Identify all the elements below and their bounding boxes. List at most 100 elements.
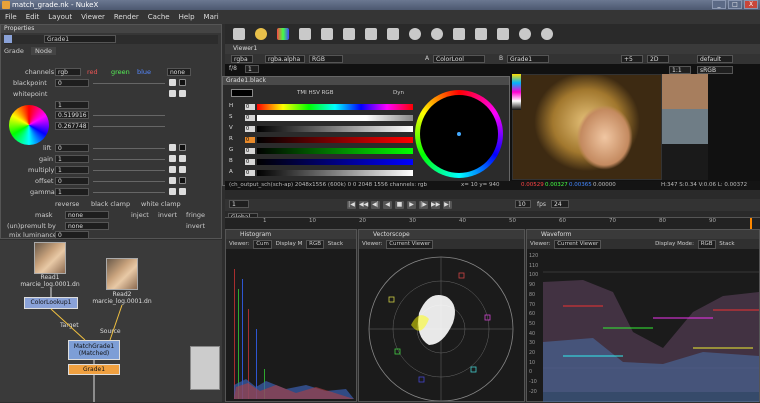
gain-field[interactable]: 1	[245, 65, 259, 73]
blue-check[interactable]: blue	[137, 68, 151, 77]
invert-check[interactable]: invert	[158, 211, 177, 220]
waveform-viewer-select[interactable]: Current Viewer	[554, 240, 602, 249]
mask-select[interactable]: none	[65, 211, 109, 219]
colorspace-select[interactable]: sRGB	[697, 66, 733, 74]
inject-check[interactable]: inject	[131, 211, 149, 220]
whitepoint-b-field[interactable]: 0.267748	[55, 122, 89, 130]
wheel-cursor-icon[interactable]	[457, 132, 461, 136]
other-tool-icon[interactable]	[497, 28, 509, 40]
views-tool-icon[interactable]	[409, 28, 421, 40]
node-graph[interactable]: Read1 marcie_log.0001.dn Read2 marcie_lo…	[0, 240, 222, 402]
minimize-button[interactable]: _	[712, 0, 726, 9]
mix-luminance-field[interactable]: 0	[55, 231, 89, 239]
offset-slider[interactable]	[93, 181, 165, 182]
menu-help[interactable]: Help	[179, 13, 195, 21]
histogram-stack-check[interactable]: Stack	[328, 241, 343, 247]
histogram-viewer-select[interactable]: Cum	[253, 240, 272, 249]
color-tool-icon[interactable]	[277, 28, 289, 40]
timeline-ruler[interactable]: 1 10 20 30 40 50 60 70 80 90	[225, 217, 760, 229]
particles-tool-icon[interactable]	[453, 28, 465, 40]
menu-render[interactable]: Render	[114, 13, 139, 21]
tab-viewer1[interactable]: Viewer1	[233, 45, 257, 52]
color-picker-icon[interactable]	[169, 144, 176, 151]
close-button[interactable]: X	[744, 0, 758, 9]
swatch-icon[interactable]	[179, 177, 186, 184]
black-clamp-check[interactable]: black clamp	[91, 200, 130, 209]
v-value[interactable]: 0	[245, 125, 255, 132]
ratio-select[interactable]: 1:1	[669, 66, 691, 74]
waveform-stack-check[interactable]: Stack	[719, 241, 734, 247]
channels-select[interactable]: rgb	[55, 68, 81, 76]
current-frame-field[interactable]: 1	[229, 200, 249, 208]
play-forward-button[interactable]: ▶	[407, 201, 416, 209]
toolsets-tool-icon[interactable]	[475, 28, 487, 40]
tab-vectorscope[interactable]: Vectorscope	[359, 230, 524, 239]
multiply-field[interactable]: 1	[55, 166, 89, 174]
last-frame-button[interactable]: ▶|	[443, 201, 452, 209]
v-slider[interactable]	[257, 125, 413, 132]
maximize-button[interactable]: □	[728, 0, 742, 9]
offset-field[interactable]: 0	[55, 177, 89, 185]
menu-viewer[interactable]: Viewer	[81, 13, 105, 21]
tab-waveform[interactable]: Waveform	[527, 230, 759, 239]
s-value[interactable]: 0	[245, 114, 255, 121]
time-tool-icon[interactable]	[299, 28, 311, 40]
lut-select[interactable]: default	[697, 55, 733, 63]
draw-tool-icon[interactable]	[255, 28, 267, 40]
whitepoint-g-slider[interactable]	[93, 115, 165, 116]
whitepoint-b-slider[interactable]	[93, 126, 165, 127]
menu-cache[interactable]: Cache	[148, 13, 170, 21]
premult-select[interactable]: none	[65, 222, 109, 230]
color-picker-icon[interactable]	[169, 90, 176, 97]
b-slider[interactable]	[257, 158, 413, 165]
menu-edit[interactable]: Edit	[26, 13, 40, 21]
waveform-display-select[interactable]: RGB	[697, 240, 716, 249]
lift-slider[interactable]	[93, 148, 165, 149]
whitepoint-g-field[interactable]: 0.519916	[55, 111, 89, 119]
g-value[interactable]: 0	[245, 147, 255, 154]
whitepoint-field[interactable]: 1	[55, 101, 89, 109]
color-picker-icon[interactable]	[169, 188, 176, 195]
g-slider[interactable]	[257, 147, 413, 154]
s-slider[interactable]	[257, 114, 413, 121]
color-picker-icon[interactable]	[169, 166, 176, 173]
a-value[interactable]: 0	[245, 169, 255, 176]
mode-toggles[interactable]: TMI HSV RGB	[297, 90, 333, 96]
prev-key-button[interactable]: ◀◀	[359, 201, 368, 209]
next-frame-button[interactable]: |▶	[419, 201, 428, 209]
swatch-icon[interactable]	[179, 144, 186, 151]
channel-select[interactable]: rgba	[231, 55, 253, 63]
r-slider[interactable]	[257, 136, 413, 143]
fps-field[interactable]: 24	[551, 200, 569, 208]
menu-file[interactable]: File	[5, 13, 17, 21]
swatch-icon[interactable]	[179, 79, 186, 86]
node-name-field[interactable]: Grade1	[44, 35, 116, 43]
gamma-slider[interactable]	[93, 192, 165, 193]
display-select[interactable]: RGB	[309, 55, 343, 63]
alpha-select[interactable]: rgba.alpha	[265, 55, 305, 63]
3d-tool-icon[interactable]	[387, 28, 399, 40]
color-picker-icon[interactable]	[169, 79, 176, 86]
h-slider[interactable]	[257, 103, 413, 110]
fringe-check[interactable]: fringe	[186, 211, 205, 220]
blackpoint-slider[interactable]	[93, 83, 165, 84]
white-clamp-check[interactable]: white clamp	[141, 200, 181, 209]
green-check[interactable]: green	[111, 68, 130, 77]
transform-tool-icon[interactable]	[365, 28, 377, 40]
play-backward-button[interactable]: ◀	[383, 201, 392, 209]
stop-button[interactable]: ■	[395, 201, 404, 209]
red-check[interactable]: red	[87, 68, 98, 77]
swatch-icon[interactable]	[179, 155, 186, 162]
prev-frame-button[interactable]: ◀|	[371, 201, 380, 209]
tab-histogram[interactable]: Histogram	[226, 230, 356, 239]
multiply-slider[interactable]	[93, 170, 165, 171]
dyn-toggle[interactable]: Dyn	[393, 90, 404, 96]
lift-field[interactable]: 0	[55, 144, 89, 152]
view-mode-select[interactable]: 2D	[647, 55, 669, 63]
r-value[interactable]: 0	[245, 136, 255, 143]
channel-extra-select[interactable]: none	[167, 68, 191, 76]
vectorscope-viewer-select[interactable]: Current Viewer	[386, 240, 434, 249]
reverse-check[interactable]: reverse	[55, 200, 79, 209]
furnace-tool-icon[interactable]	[519, 28, 531, 40]
blackpoint-field[interactable]: 0	[55, 79, 89, 87]
